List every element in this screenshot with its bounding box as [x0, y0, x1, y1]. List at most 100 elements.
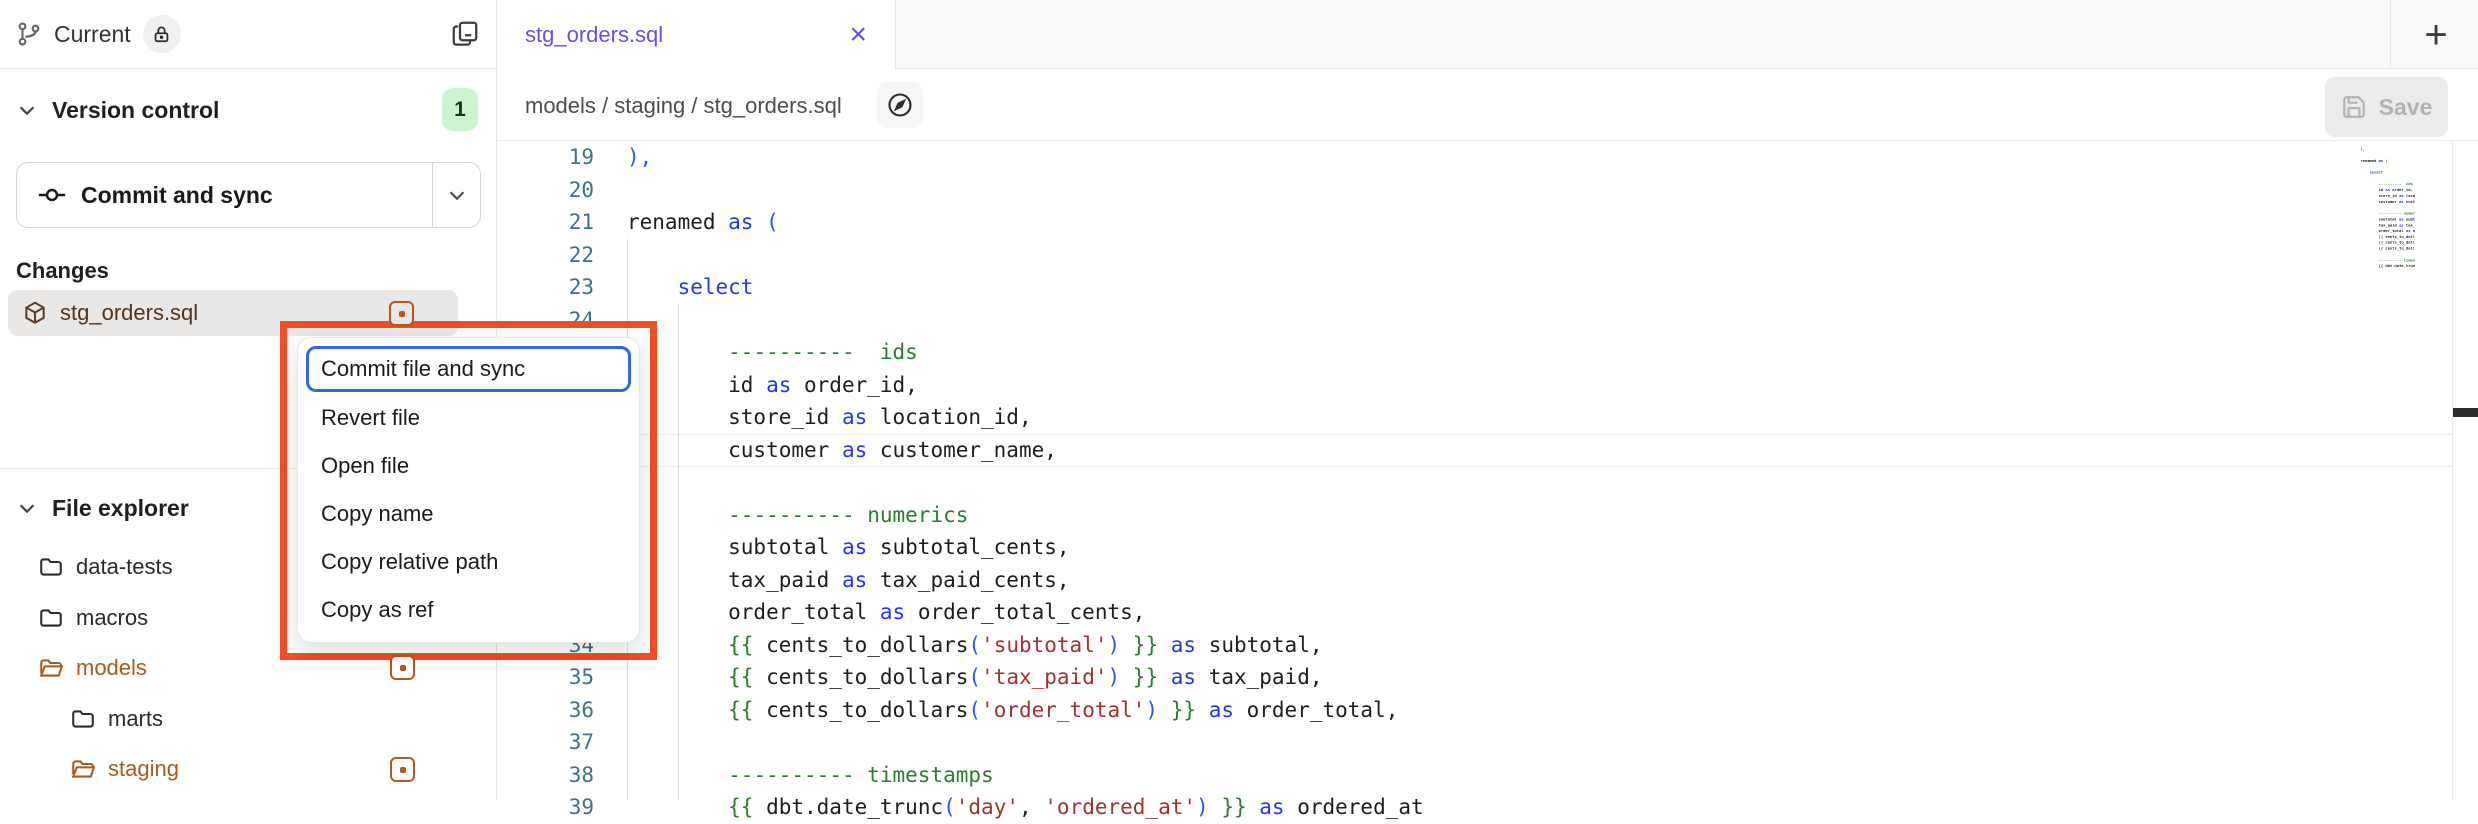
- sidebar-item-models[interactable]: models: [0, 643, 497, 693]
- sidebar-item-staging[interactable]: staging: [0, 744, 497, 794]
- code-token: order_total_cents,: [905, 600, 1145, 624]
- code-token: customer_name,: [867, 438, 1057, 462]
- line-number: 37: [497, 726, 594, 759]
- code-line: ---------- ids: [627, 336, 2327, 369]
- code-token: [753, 210, 766, 234]
- code-line: {{ cents_to_dollars('tax_paid') }} as ta…: [627, 661, 2327, 694]
- code-token: }}: [1221, 795, 1246, 819]
- code-token: subtotal_cents,: [2404, 217, 2415, 221]
- code-token: [1158, 633, 1171, 657]
- code-token: customer: [627, 438, 842, 462]
- changes-count-badge: 1: [442, 88, 478, 131]
- commit-icon: [37, 180, 67, 210]
- code-token: customer_name,: [2404, 199, 2415, 203]
- model-cube-icon: [22, 300, 48, 326]
- code-token: [1158, 665, 1171, 689]
- commit-options-dropdown[interactable]: [432, 163, 480, 227]
- code-token: ): [1145, 698, 1158, 722]
- code-token: ---------- timestamps: [728, 763, 994, 787]
- code-line: {{ cents_to_dollars('subtotal') }} as su…: [627, 629, 2327, 662]
- close-icon[interactable]: ×: [849, 20, 867, 50]
- lineage-button[interactable]: [877, 82, 923, 128]
- code-token: 'tax_paid': [981, 665, 1107, 689]
- code-line: order_total as order_total_cents,: [627, 596, 2327, 629]
- folder-icon: [38, 554, 64, 580]
- code-line: customer as customer_name,: [2360, 199, 2415, 205]
- context-menu-item-copy-as-ref[interactable]: Copy as ref: [298, 586, 639, 634]
- code-token: tax_paid: [2360, 223, 2399, 227]
- line-number: 21: [497, 206, 594, 239]
- code-token: [2360, 246, 2378, 250]
- chevron-down-icon: [16, 497, 38, 519]
- code-line: subtotal as subtotal_cents,: [627, 531, 2327, 564]
- branch-header: Current: [0, 0, 496, 69]
- branch-locked-badge: [143, 15, 181, 53]
- copy-icon[interactable]: [450, 19, 480, 49]
- code-line: select: [627, 271, 2327, 304]
- code-token: select: [2370, 170, 2384, 174]
- line-number: 22: [497, 239, 594, 272]
- code-token: }}: [1171, 698, 1196, 722]
- code-token: subtotal: [2360, 217, 2399, 221]
- file-explorer-label: File explorer: [52, 495, 189, 522]
- code-editor[interactable]: 1920212223242526272829303132333435363738…: [497, 141, 2478, 800]
- code-content[interactable]: ), renamed as ( select ---------- ids id…: [627, 141, 2327, 824]
- commit-and-sync-button[interactable]: Commit and sync: [16, 162, 481, 228]
- code-line: ---------- numerics: [627, 499, 2327, 532]
- modified-indicator-icon[interactable]: [390, 655, 415, 680]
- code-token: [627, 795, 728, 819]
- scrollbar-thumb[interactable]: [2453, 408, 2478, 417]
- context-menu-item-commit-file-and-sync[interactable]: Commit file and sync: [306, 346, 631, 392]
- modified-indicator-icon[interactable]: [390, 757, 415, 782]
- line-number: 19: [497, 141, 594, 174]
- save-button[interactable]: Save: [2325, 77, 2448, 137]
- context-menu-item-revert-file[interactable]: Revert file: [298, 394, 639, 442]
- code-token: (: [968, 698, 981, 722]
- code-token: {{: [728, 665, 753, 689]
- tab-stg-orders[interactable]: stg_orders.sql ×: [497, 0, 896, 70]
- code-line: customer as customer_name,: [627, 434, 2327, 467]
- code-token: renamed: [627, 210, 728, 234]
- code-token: as: [842, 568, 867, 592]
- context-menu-item-open-file[interactable]: Open file: [298, 442, 639, 490]
- code-token: [627, 698, 728, 722]
- code-token: order_id,: [2390, 188, 2413, 192]
- save-label: Save: [2379, 94, 2433, 121]
- code-token: [2360, 258, 2378, 262]
- code-token: dbt.date_trunc: [2383, 264, 2415, 268]
- modified-indicator-icon[interactable]: [389, 301, 414, 326]
- sidebar-item-marts[interactable]: marts: [0, 694, 497, 744]
- code-token: ),: [2360, 147, 2365, 151]
- folder-icon: [38, 605, 64, 631]
- code-line: tax_paid as tax_paid_cents,: [627, 564, 2327, 597]
- tab-label: stg_orders.sql: [525, 22, 663, 48]
- breadcrumb-bar: models / staging / stg_orders.sql Save: [497, 70, 2478, 141]
- new-tab-button[interactable]: +: [2413, 12, 2459, 58]
- code-token: [1158, 698, 1171, 722]
- code-token: ),: [627, 145, 652, 169]
- code-token: as: [880, 600, 905, 624]
- code-token: [2360, 211, 2378, 215]
- context-menu-item-copy-relative-path[interactable]: Copy relative path: [298, 538, 639, 586]
- code-token: as: [1209, 698, 1234, 722]
- code-token: [627, 275, 678, 299]
- code-token: cents_to_dollars: [2383, 240, 2415, 244]
- code-line: {{ dbt.date_trunc('day', 'ordered_at') }…: [2360, 263, 2415, 269]
- minimap[interactable]: ), renamed as ( select ---------- ids id…: [2337, 146, 2415, 446]
- context-menu-item-copy-name[interactable]: Copy name: [298, 490, 639, 538]
- code-token: store_id: [2360, 194, 2399, 198]
- code-line: ),: [627, 141, 2327, 174]
- code-token: tax_paid_cents,: [2404, 223, 2415, 227]
- code-token: (: [968, 633, 981, 657]
- code-token: select: [678, 275, 754, 299]
- code-token: ---------- ids: [2379, 182, 2413, 186]
- commit-and-sync-label: Commit and sync: [81, 182, 273, 209]
- branch-name: Current: [54, 21, 131, 48]
- line-number: 36: [497, 694, 594, 727]
- code-line: id as order_id,: [627, 369, 2327, 402]
- version-control-header[interactable]: Version control: [0, 88, 496, 132]
- folder-open-icon: [70, 756, 96, 782]
- code-line: {{ cents_to_dollars('order_total') }} as…: [627, 694, 2327, 727]
- version-control-label: Version control: [52, 97, 219, 124]
- code-token: {{: [728, 795, 753, 819]
